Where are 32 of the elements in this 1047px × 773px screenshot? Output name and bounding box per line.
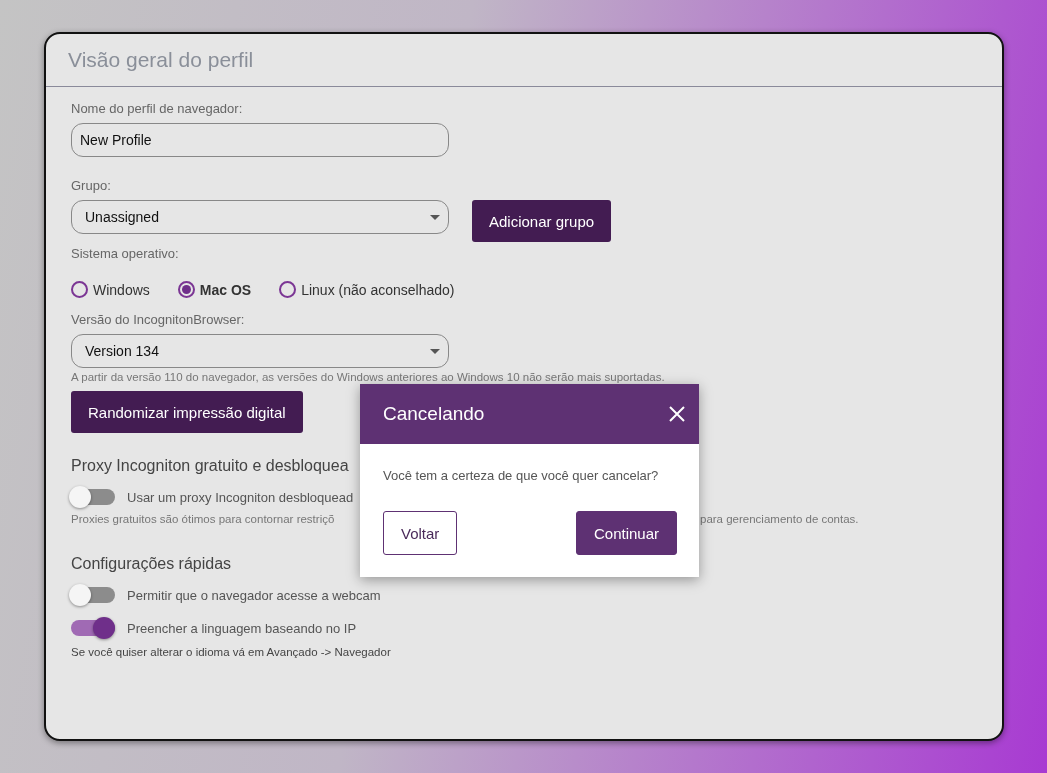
field-label: Versão do IncognitonBrowser:	[71, 312, 245, 327]
section-heading: Configurações rápidas	[71, 555, 232, 573]
proxy-description: Proxies gratuitos são ótimos para contornar restriçõ	[71, 513, 336, 525]
field-label: Nome do perfil de navegador:	[71, 101, 243, 116]
toggle-switch[interactable]	[71, 620, 115, 636]
group-select[interactable]: Unassigned	[71, 200, 449, 234]
card-title: Visão geral do perfil	[46, 34, 1002, 87]
toggle-switch[interactable]	[71, 489, 115, 505]
version-select[interactable]: Version 134	[71, 334, 449, 368]
randomize-fingerprint-button[interactable]: Randomizar impressão digital	[71, 391, 303, 433]
add-group-button[interactable]: Adicionar grupo	[472, 200, 612, 242]
toggle-switch[interactable]	[71, 587, 115, 603]
profile-name-field[interactable]: New Profile	[71, 123, 449, 157]
proxy-description: para gerenciamento de contas.	[700, 513, 860, 525]
dialog-message: Você tem a certeza de que você quer cancelar?	[382, 467, 660, 483]
language-note: Se você quiser alterar o idioma vá em Avançado -> Navegador	[71, 646, 391, 658]
toggle-label: Preencher a linguagem baseando no IP	[127, 620, 357, 636]
section-heading: Proxy Incogniton gratuito e desbloquea	[71, 457, 349, 475]
close-icon[interactable]	[669, 406, 685, 422]
version-note: A partir da versão 110 do navegador, as versões do Windows anteriores ao Windows 10 não serão mais suportadas.	[71, 371, 665, 383]
field-label: Grupo:	[71, 178, 111, 193]
toggle-label: Usar um proxy Incogniton desbloquead	[127, 489, 354, 505]
radio-option[interactable]: Linux (não aconselhado)	[279, 281, 455, 298]
radio-option[interactable]: Mac OS	[177, 281, 252, 298]
dropdown-caret-icon	[430, 348, 440, 354]
radio-option[interactable]: Windows	[71, 281, 150, 298]
dropdown-caret-icon	[430, 214, 440, 220]
back-button[interactable]: Voltar	[383, 511, 458, 555]
toggle-label: Permitir que o navegador acesse a webcam	[127, 587, 381, 603]
field-label: Sistema operativo:	[71, 246, 179, 261]
dialog-title: Cancelando	[383, 403, 485, 425]
continue-button[interactable]: Continuar	[575, 511, 677, 555]
